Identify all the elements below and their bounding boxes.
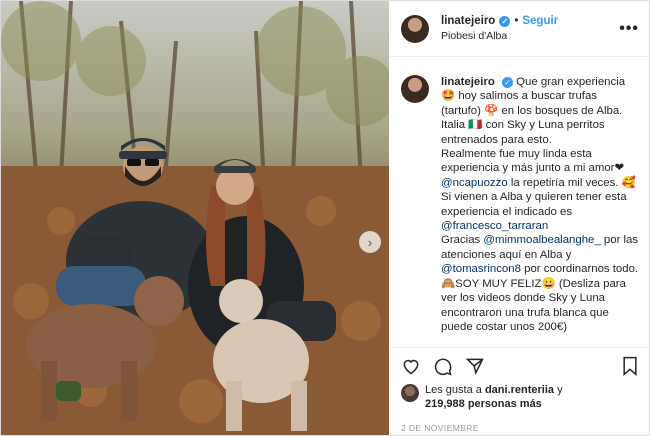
likes-mid: y xyxy=(554,384,563,396)
liker-avatar[interactable] xyxy=(401,384,419,402)
likes-prefix: Les gusta a xyxy=(425,384,485,396)
header-line: linatejeiro ✓ • Seguir xyxy=(441,15,619,27)
post-date: 2 DE NOVIEMBRE xyxy=(401,423,479,433)
caption-paragraph-4: Gracias @mimmoalbealanghe_ por las atenc… xyxy=(441,233,639,334)
liker-username[interactable]: dani.renteriia xyxy=(485,384,554,396)
caption-paragraph-1: linatejeiro ✓ Que gran experiencia 🤩 hoy… xyxy=(441,75,639,147)
mention-link[interactable]: @francesco_tarraran xyxy=(441,220,548,232)
likes-summary: Les gusta a dani.renteriia y 219,988 per… xyxy=(389,383,649,411)
caption-avatar[interactable] xyxy=(401,75,429,103)
heart-icon[interactable] xyxy=(401,356,421,376)
verified-badge-icon: ✓ xyxy=(499,15,511,27)
caption-part: Realmente fue muy linda esta experiencia… xyxy=(441,148,625,175)
instagram-post: › linatejeiro ✓ • Seguir Piobesi d'Alba … xyxy=(0,0,650,436)
author-username[interactable]: linatejeiro xyxy=(441,15,495,27)
comments-area: linatejeiro ✓ Que gran experiencia 🤩 hoy… xyxy=(389,57,649,347)
caption-text: linatejeiro ✓ Que gran experiencia 🤩 hoy… xyxy=(441,75,639,347)
next-slide-button[interactable]: › xyxy=(359,231,381,253)
caption-paragraph-3: Si vienen a Alba y quieren tener esta ex… xyxy=(441,190,639,233)
separator-dot: • xyxy=(514,15,519,27)
header-text: linatejeiro ✓ • Seguir Piobesi d'Alba xyxy=(441,15,619,42)
share-icon[interactable] xyxy=(465,356,485,376)
likes-text: Les gusta a dani.renteriia y 219,988 per… xyxy=(425,383,563,411)
comment-icon[interactable] xyxy=(433,356,453,376)
caption-part: la repetiría mil veces. 🥰 xyxy=(507,176,636,189)
action-bar xyxy=(389,347,649,383)
post-header: linatejeiro ✓ • Seguir Piobesi d'Alba ••… xyxy=(389,1,649,57)
photo-scene xyxy=(1,1,389,435)
verified-badge-icon: ✓ xyxy=(501,77,513,88)
post-sidebar: linatejeiro ✓ • Seguir Piobesi d'Alba ••… xyxy=(389,1,649,435)
more-options-icon[interactable]: ••• xyxy=(619,20,639,38)
caption-paragraph-2: Realmente fue muy linda esta experiencia… xyxy=(441,147,639,190)
bookmark-icon[interactable] xyxy=(621,356,639,376)
caption-part: Gracias xyxy=(441,234,484,247)
likes-count[interactable]: 219,988 personas más xyxy=(425,398,542,410)
caption-part: Si vienen a Alba y quieren tener esta ex… xyxy=(441,191,627,218)
mention-link[interactable]: @mimmoalbealanghe_ xyxy=(483,234,600,246)
chevron-right-icon: › xyxy=(367,234,373,250)
author-avatar[interactable] xyxy=(401,14,429,43)
mention-link[interactable]: @ncapuozzo xyxy=(441,177,508,189)
caption-username[interactable]: linatejeiro xyxy=(441,76,495,88)
follow-button[interactable]: Seguir xyxy=(522,15,558,27)
mention-link[interactable]: @tomasrincon8 xyxy=(441,263,521,275)
location-link[interactable]: Piobesi d'Alba xyxy=(441,30,619,42)
post-photo[interactable]: › xyxy=(1,1,389,435)
